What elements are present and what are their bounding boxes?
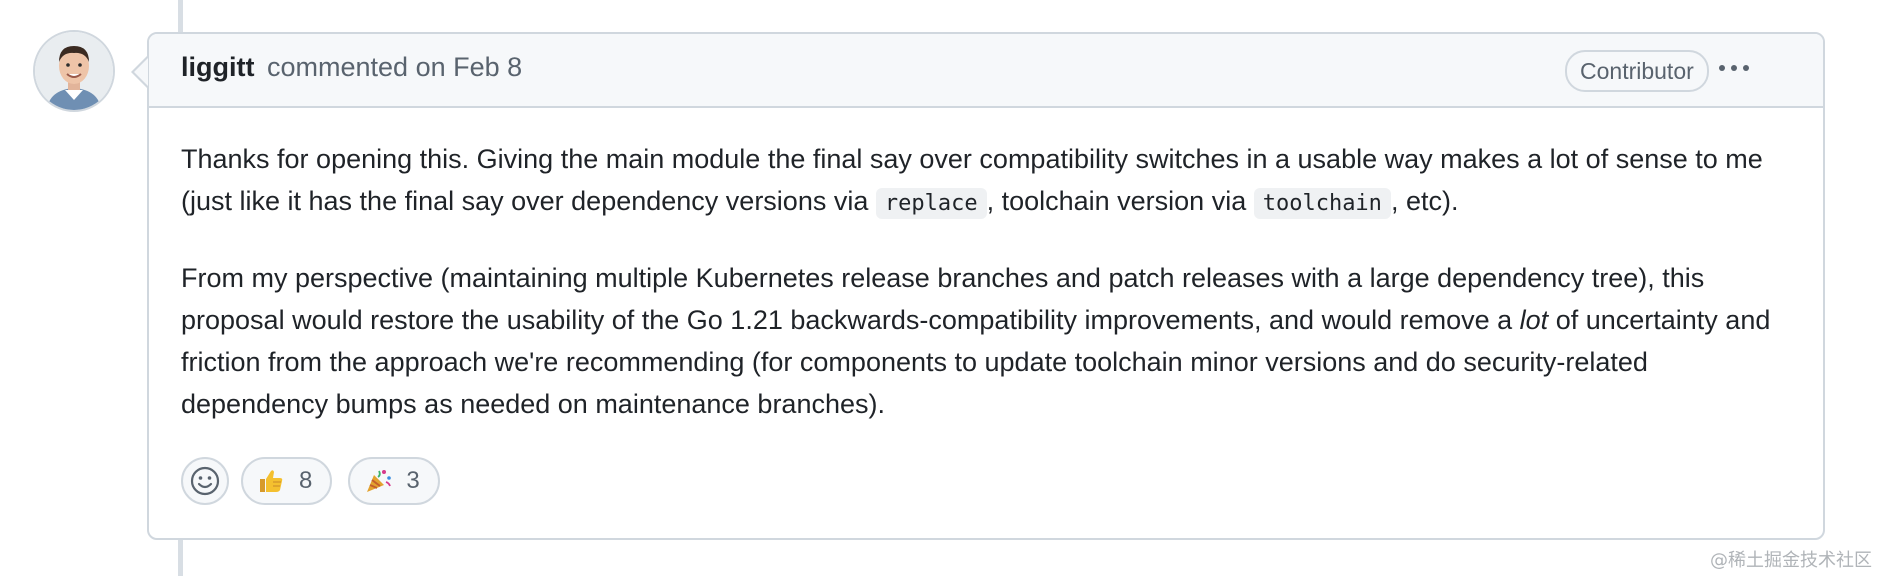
reaction-count: 3 [406, 467, 420, 494]
watermark: @稀土掘金技术社区 [1710, 550, 1872, 571]
comment-paragraph-1: Thanks for opening this. Giving the main… [181, 138, 1801, 225]
inline-code-replace: replace [875, 188, 987, 219]
kebab-horizontal-icon[interactable] [1713, 52, 1755, 84]
reaction-thumbs-up-button[interactable]: 8 [241, 457, 333, 505]
paragraph-text: , toolchain version via [986, 186, 1254, 216]
author-avatar[interactable] [33, 30, 115, 112]
party-popper-icon [364, 467, 392, 495]
paragraph-text: From my perspective (maintaining multipl… [181, 263, 1705, 335]
reactions-bar: 8 3 [181, 456, 440, 506]
inline-code-toolchain: toolchain [1253, 188, 1391, 219]
paragraph-text: , etc). [1390, 186, 1459, 216]
comment-body: Thanks for opening this. Giving the main… [181, 138, 1801, 457]
comment-timestamp[interactable]: commented on Feb 8 [267, 52, 522, 83]
comment-paragraph-2: From my perspective (maintaining multipl… [181, 257, 1801, 425]
comment-pointer-fill [134, 58, 148, 86]
emphasis-lot: lot [1519, 305, 1549, 335]
add-reaction-button[interactable] [181, 457, 229, 505]
reaction-hooray-button[interactable]: 3 [348, 457, 440, 505]
thumbs-up-icon [257, 467, 285, 495]
smiley-icon [190, 466, 220, 496]
contributor-badge: Contributor [1565, 50, 1709, 92]
comment-card: liggitt commented on Feb 8 Contributor T… [147, 32, 1825, 540]
reaction-count: 8 [299, 467, 313, 494]
comment-header: liggitt commented on Feb 8 Contributor [149, 34, 1823, 108]
comment-author[interactable]: liggitt [181, 52, 254, 83]
